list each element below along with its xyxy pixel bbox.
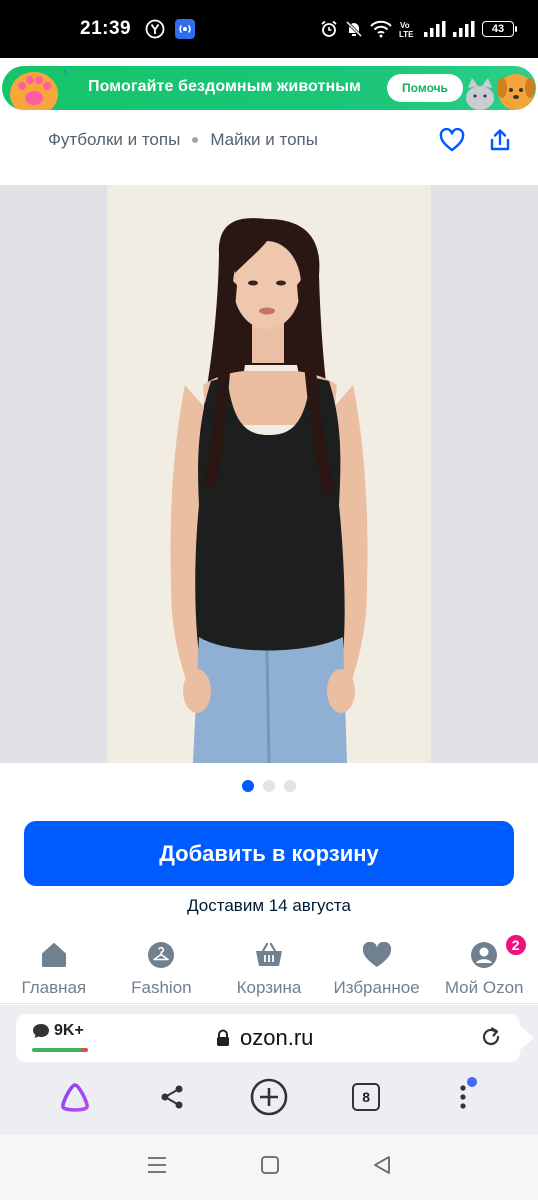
- add-to-cart-button[interactable]: Добавить в корзину: [24, 821, 514, 886]
- tab-cart[interactable]: Корзина: [215, 934, 322, 1003]
- comment-bubble-icon: [33, 1024, 49, 1038]
- breadcrumb-item-tshirts[interactable]: Футболки и топы: [48, 130, 180, 150]
- tab-fashion[interactable]: Fashion: [108, 934, 215, 1003]
- url-display[interactable]: ozon.ru: [216, 1025, 313, 1051]
- back-triangle-icon: [374, 1156, 390, 1174]
- wifi-icon: [370, 20, 392, 38]
- pagination-dot[interactable]: [284, 780, 296, 792]
- alice-assistant-button[interactable]: [55, 1077, 95, 1117]
- reload-button[interactable]: [480, 1026, 502, 1053]
- tab-my-ozon[interactable]: Мой Ozon 2: [431, 933, 538, 1003]
- heart-icon: [362, 940, 392, 970]
- tab-label: Fashion: [131, 978, 192, 997]
- square-icon: [261, 1156, 279, 1174]
- pagination-dot-active[interactable]: [242, 780, 254, 792]
- gallery-pagination: [0, 780, 538, 792]
- comments-count: 9K+: [54, 1022, 84, 1039]
- volte-icon: Vo LTE: [399, 20, 417, 38]
- banner-text: Помогайте бездомным животным: [88, 78, 361, 95]
- tab-label: Главная: [21, 978, 87, 997]
- breadcrumb-item-tanks[interactable]: Майки и топы: [210, 130, 318, 150]
- back-system-button[interactable]: [372, 1155, 392, 1180]
- lock-icon: [217, 1029, 229, 1046]
- status-bar: 21:39 Vo LTE 43: [0, 0, 538, 58]
- alarm-icon: [320, 20, 338, 38]
- breadcrumb: Футболки и топы Майки и топы: [48, 130, 318, 150]
- basket-icon: [254, 940, 284, 970]
- system-nav-bar: [0, 1135, 538, 1200]
- product-photo[interactable]: [107, 185, 431, 763]
- new-tab-button[interactable]: [249, 1077, 289, 1117]
- home-icon: [39, 940, 69, 970]
- home-system-button[interactable]: [260, 1155, 280, 1180]
- menu-notification-dot: [467, 1077, 478, 1087]
- pagination-dot[interactable]: [263, 780, 275, 792]
- alice-icon: [60, 1083, 89, 1112]
- hanger-icon: [146, 940, 176, 970]
- tab-label: Мой Ozon: [444, 978, 524, 997]
- tab-label: Корзина: [236, 978, 302, 997]
- svg-text:LTE: LTE: [399, 30, 414, 38]
- product-gallery[interactable]: [0, 185, 538, 763]
- tab-label: Избранное: [333, 978, 420, 997]
- yandex-app-icon: [145, 19, 165, 39]
- tab-count: 8: [352, 1083, 381, 1111]
- pets-illustration-icon: [466, 74, 535, 110]
- more-vertical-icon: [460, 1085, 466, 1109]
- bottom-tab-bar: Главная Fashion Корзина Избранное Мой Oz…: [0, 933, 538, 1004]
- reload-icon: [482, 1027, 500, 1046]
- profile-icon: [469, 940, 499, 970]
- browser-menu-button[interactable]: [443, 1077, 483, 1117]
- share-nodes-icon: [161, 1085, 183, 1109]
- comments-counter[interactable]: 9K+: [32, 1022, 84, 1040]
- tab-favorites[interactable]: Избранное: [323, 934, 430, 1003]
- breadcrumb-separator: [192, 137, 199, 143]
- favorite-button[interactable]: [438, 126, 466, 154]
- battery-icon: 43: [482, 21, 517, 37]
- heart-outline-icon: [439, 128, 465, 152]
- share-button[interactable]: [486, 126, 514, 154]
- plus-circle-icon: [250, 1078, 288, 1116]
- menu-lines-icon: [148, 1157, 166, 1173]
- delivery-date-text: Доставим 14 августа: [187, 896, 351, 915]
- nfc-broadcast-icon: [175, 19, 196, 39]
- promo-banner[interactable]: Помогайте бездомным животным Помочь: [2, 66, 536, 110]
- cat-paw-icon: [10, 70, 66, 110]
- share-icon: [490, 129, 510, 151]
- address-bar[interactable]: 9K+ ozon.ru: [16, 1014, 534, 1062]
- banner-help-button[interactable]: Помочь: [387, 74, 463, 102]
- status-time: 21:39: [80, 18, 132, 39]
- recent-apps-button[interactable]: [146, 1156, 168, 1179]
- tab-home[interactable]: Главная: [0, 934, 107, 1003]
- mute-bell-icon: [345, 20, 363, 38]
- share-page-button[interactable]: [152, 1077, 192, 1117]
- comments-rating-bar: [32, 1048, 88, 1052]
- signal-strength-icon: [424, 21, 446, 37]
- svg-text:Vo: Vo: [400, 21, 410, 30]
- url-text: ozon.ru: [240, 1025, 314, 1050]
- notification-badge: 2: [503, 933, 528, 957]
- signal-strength-2-icon: [453, 21, 475, 37]
- browser-toolbar: 9K+ ozon.ru 8: [0, 1005, 538, 1135]
- tabs-switcher-button[interactable]: 8: [346, 1077, 386, 1117]
